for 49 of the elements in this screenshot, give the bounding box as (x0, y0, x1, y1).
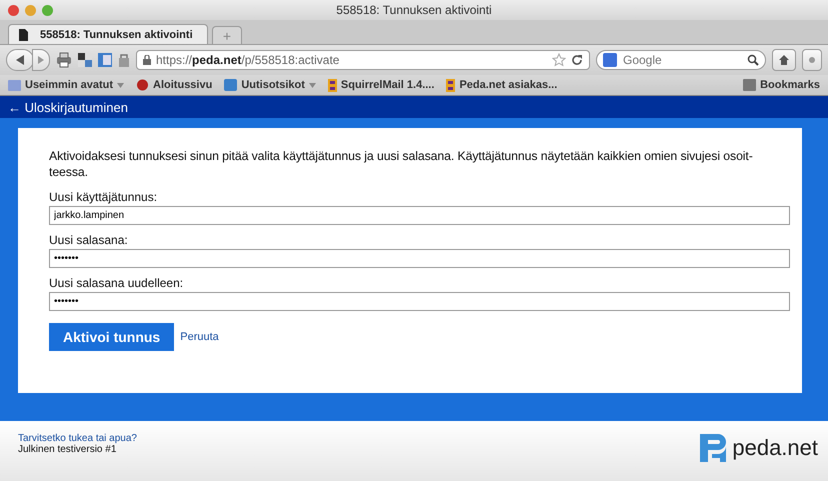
close-icon[interactable] (8, 4, 19, 16)
field-label: Uusi käyttäjätunnus: (49, 190, 158, 204)
site-icon (136, 79, 150, 91)
browser-tab[interactable]: 558518: Tunnuksen aktivointi (8, 24, 208, 44)
help-link[interactable]: Tarvitsetko tukea tai apua? (18, 433, 137, 444)
logo-icon (700, 434, 726, 462)
input-field[interactable]: ••••••• (49, 292, 790, 311)
minimize-icon[interactable] (25, 4, 36, 16)
bag-icon[interactable] (118, 53, 130, 67)
bookmark-item[interactable]: SquirrelMail 1.4.... (328, 78, 434, 92)
search-icon[interactable] (747, 54, 759, 66)
bookmarks-menu[interactable]: Bookmarks (743, 79, 820, 91)
lock-icon (143, 55, 151, 65)
back-button[interactable] (6, 49, 34, 71)
star-icon[interactable] (552, 53, 566, 67)
folder-icon (8, 79, 21, 91)
page-icon (19, 28, 28, 40)
version-text: Julkinen testiversio #1 (18, 444, 118, 455)
logout-link[interactable]: ← Uloskirjautuminen (8, 100, 128, 114)
zoom-icon[interactable] (42, 4, 53, 16)
bookmark-item[interactable]: Useimmin avatut (8, 79, 124, 91)
printer-icon[interactable] (56, 52, 72, 68)
intro-text: Aktivoidaksesi tunnuksesi sinun pitää valita käyttäjätunnus ja uusi salasana. Käyttäjätunnus näytetään kaikkien omien sivujesi osoit-teessa. (49, 148, 754, 180)
forward-arrow-icon (37, 55, 45, 65)
bookmarks-icon (743, 79, 756, 91)
address-bar[interactable]: https://peda.net/p/558518:activate (136, 50, 590, 70)
window-title: 558518: Tunnuksen aktivointi (336, 3, 492, 17)
bookmark-icon (446, 78, 456, 92)
input-field[interactable]: ••••••• (49, 249, 790, 268)
input-field[interactable]: jarkko.lampinen (49, 206, 790, 225)
url-text: https://peda.net/p/558518:activate (156, 53, 340, 67)
cancel-link[interactable]: Peruuta (180, 331, 219, 343)
feed-icon (224, 79, 238, 91)
sidebar-icon[interactable] (98, 53, 112, 67)
field-label: Uusi salasana uudelleen: (49, 276, 184, 290)
field-label: Uusi salasana: (49, 233, 129, 247)
bookmark-item[interactable]: Peda.net asiakas... (446, 78, 558, 92)
search-bar[interactable]: Google (596, 50, 766, 70)
logo-text: peda.net (732, 435, 818, 461)
back-arrow-icon (15, 54, 25, 66)
addon-button[interactable] (802, 49, 822, 71)
bookmark-item[interactable]: Uutisotsikot (224, 79, 316, 91)
window-icon[interactable] (78, 53, 92, 67)
reload-icon[interactable] (571, 54, 583, 66)
home-button[interactable] (772, 49, 796, 71)
bookmark-item[interactable]: Aloitussivu (136, 79, 212, 91)
activate-button[interactable]: Aktivoi tunnus (49, 323, 174, 351)
home-icon (778, 54, 790, 66)
bookmark-icon (328, 78, 337, 92)
